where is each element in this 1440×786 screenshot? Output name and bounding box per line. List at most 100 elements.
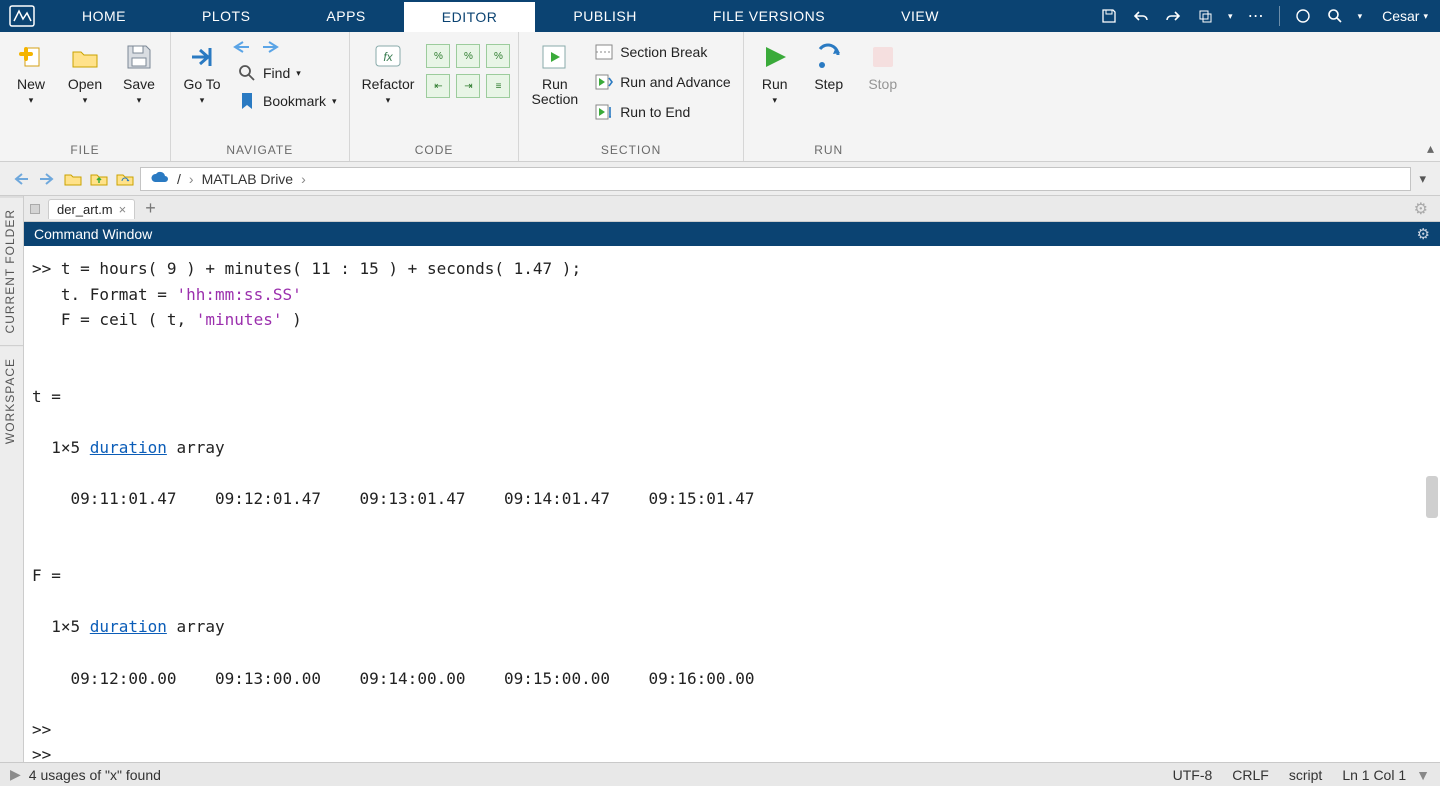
status-run-icon[interactable]: ▶ — [10, 766, 21, 783]
new-file-icon — [14, 40, 48, 74]
duration-link-1[interactable]: duration — [90, 438, 167, 457]
step-button[interactable]: Step — [806, 38, 852, 94]
code-tool-3[interactable]: % — [486, 44, 510, 68]
more-icon[interactable]: ⋯ — [1247, 7, 1265, 25]
address-bar: / › MATLAB Drive › ▾ — [0, 162, 1440, 196]
breadcrumb-drive[interactable]: MATLAB Drive — [202, 171, 294, 187]
cmd-f-vals: 09:12:00.00 09:13:00.00 09:14:00.00 09:1… — [32, 669, 754, 688]
go-to-icon — [185, 40, 219, 74]
find-button[interactable]: Find ▾ — [233, 61, 341, 85]
bookmark-dropdown-icon: ▾ — [332, 96, 337, 107]
tab-view[interactable]: VIEW — [863, 0, 977, 32]
code-tool-5[interactable]: ⇥ — [456, 74, 480, 98]
user-menu[interactable]: Cesar ▾ — [1376, 8, 1428, 24]
tab-editor[interactable]: EDITOR — [404, 0, 536, 32]
up-folder-icon[interactable] — [88, 168, 110, 190]
duration-link-2[interactable]: duration — [90, 617, 167, 636]
save-button[interactable]: Save ▾ — [116, 38, 162, 108]
breadcrumb-sep-icon: › — [301, 171, 306, 187]
status-filetype[interactable]: script — [1279, 767, 1332, 783]
save-icon[interactable] — [1100, 7, 1118, 25]
code-tool-1[interactable]: % — [426, 44, 450, 68]
ribbon-group-section: Run Section Section Break Run and Advanc… — [519, 32, 743, 161]
file-tab-1-close-icon[interactable]: × — [119, 202, 127, 217]
status-encoding[interactable]: UTF-8 — [1163, 767, 1223, 783]
ribbon-toolstrip: New ▾ Open ▾ Save ▾ FILE Go To ▾ — [0, 32, 1440, 162]
ribbon-group-code: fx Refactor ▾ % % % ⇤ ⇥ ≡ CODE — [350, 32, 520, 161]
status-cursor-pos[interactable]: Ln 1 Col 1 — [1332, 767, 1416, 783]
ribbon-group-navigate-label: NAVIGATE — [226, 143, 293, 159]
cmd-line-3a: F = ceil ( t, — [32, 310, 196, 329]
run-section-icon — [538, 40, 572, 74]
bookmark-button[interactable]: Bookmark ▾ — [233, 89, 341, 113]
status-eol[interactable]: CRLF — [1222, 767, 1279, 783]
editor-tabs-handle[interactable] — [30, 204, 40, 214]
content-column: der_art.m × + ⚙ Command Window ⚙ >> t = … — [24, 196, 1440, 762]
find-dropdown-icon: ▾ — [296, 68, 301, 79]
cmd-line-3c: ) — [282, 310, 301, 329]
nav-forward-button[interactable] — [36, 168, 58, 190]
run-to-end-button[interactable]: Run to End — [590, 100, 735, 124]
step-label: Step — [814, 77, 843, 92]
refactor-icon: fx — [371, 40, 405, 74]
side-tab-current-folder[interactable]: CURRENT FOLDER — [0, 196, 23, 345]
editor-tabs-options-icon[interactable]: ⚙ — [1408, 199, 1434, 219]
cmd-f-hdr: F = — [32, 566, 61, 585]
tab-apps[interactable]: APPS — [288, 0, 403, 32]
cmd-line-3-str: 'minutes' — [196, 310, 283, 329]
refactor-label: Refactor — [362, 77, 415, 92]
refactor-button[interactable]: fx Refactor ▾ — [358, 38, 419, 108]
search-dropdown[interactable]: ▾ — [1358, 11, 1363, 22]
new-file-tab-button[interactable]: + — [139, 198, 162, 219]
code-tool-4[interactable]: ⇤ — [426, 74, 450, 98]
path-field[interactable]: / › MATLAB Drive › — [140, 167, 1411, 191]
breadcrumb-root[interactable]: / — [177, 171, 181, 187]
side-tab-workspace[interactable]: WORKSPACE — [0, 345, 23, 456]
section-break-label: Section Break — [620, 44, 707, 60]
browse-folder-icon[interactable] — [62, 168, 84, 190]
go-to-button[interactable]: Go To ▾ — [179, 38, 225, 108]
ribbon-group-navigate: Go To ▾ Find ▾ Bookmark ▾ — [171, 32, 350, 161]
redo-icon[interactable] — [1164, 7, 1182, 25]
tab-plots[interactable]: PLOTS — [164, 0, 288, 32]
stop-label: Stop — [868, 77, 897, 92]
breadcrumb-sep-icon: › — [189, 171, 194, 187]
quick-access-dropdown[interactable]: ▾ — [1228, 11, 1233, 22]
cloud-icon — [149, 170, 169, 187]
search-icon[interactable] — [1326, 7, 1344, 25]
undo-icon[interactable] — [1132, 7, 1150, 25]
command-window-options-icon[interactable]: ⚙ — [1417, 225, 1430, 243]
command-window[interactable]: >> t = hours( 9 ) + minutes( 11 : 15 ) +… — [24, 246, 1440, 762]
side-tab-strip: CURRENT FOLDER WORKSPACE — [0, 196, 24, 762]
tab-file-versions[interactable]: FILE VERSIONS — [675, 0, 863, 32]
tab-publish[interactable]: PUBLISH — [535, 0, 674, 32]
sync-folder-icon[interactable] — [114, 168, 136, 190]
cmd-line-2a: t. Format = — [32, 285, 177, 304]
new-button[interactable]: New ▾ — [8, 38, 54, 108]
step-icon — [812, 40, 846, 74]
file-tab-1[interactable]: der_art.m × — [48, 199, 135, 219]
run-and-advance-button[interactable]: Run and Advance — [590, 70, 735, 94]
nav-back-icon[interactable] — [233, 40, 251, 57]
save-label: Save — [123, 77, 155, 92]
run-and-advance-icon — [594, 72, 614, 92]
run-section-button[interactable]: Run Section — [527, 38, 582, 110]
stop-icon — [866, 40, 900, 74]
code-tool-6[interactable]: ≡ — [486, 74, 510, 98]
run-button[interactable]: Run ▾ — [752, 38, 798, 108]
copy-icon[interactable] — [1196, 7, 1214, 25]
collapse-ribbon-icon[interactable]: ▴ — [1427, 140, 1434, 157]
section-break-button[interactable]: Section Break — [590, 40, 735, 64]
cmd-arr-post: array — [167, 438, 225, 457]
help-icon[interactable] — [1294, 7, 1312, 25]
status-menu-icon[interactable]: ▼ — [1416, 767, 1430, 783]
status-left-text: 4 usages of "x" found — [29, 767, 161, 783]
tab-home[interactable]: HOME — [44, 0, 164, 32]
nav-back-button[interactable] — [10, 168, 32, 190]
quick-access-toolbar: ▾ ⋯ ▾ Cesar ▾ — [1088, 0, 1440, 32]
path-history-dropdown[interactable]: ▾ — [1415, 171, 1430, 187]
code-tool-2[interactable]: % — [456, 44, 480, 68]
open-button[interactable]: Open ▾ — [62, 38, 108, 108]
scrollbar-thumb[interactable] — [1426, 476, 1438, 518]
nav-forward-icon[interactable] — [261, 40, 279, 57]
